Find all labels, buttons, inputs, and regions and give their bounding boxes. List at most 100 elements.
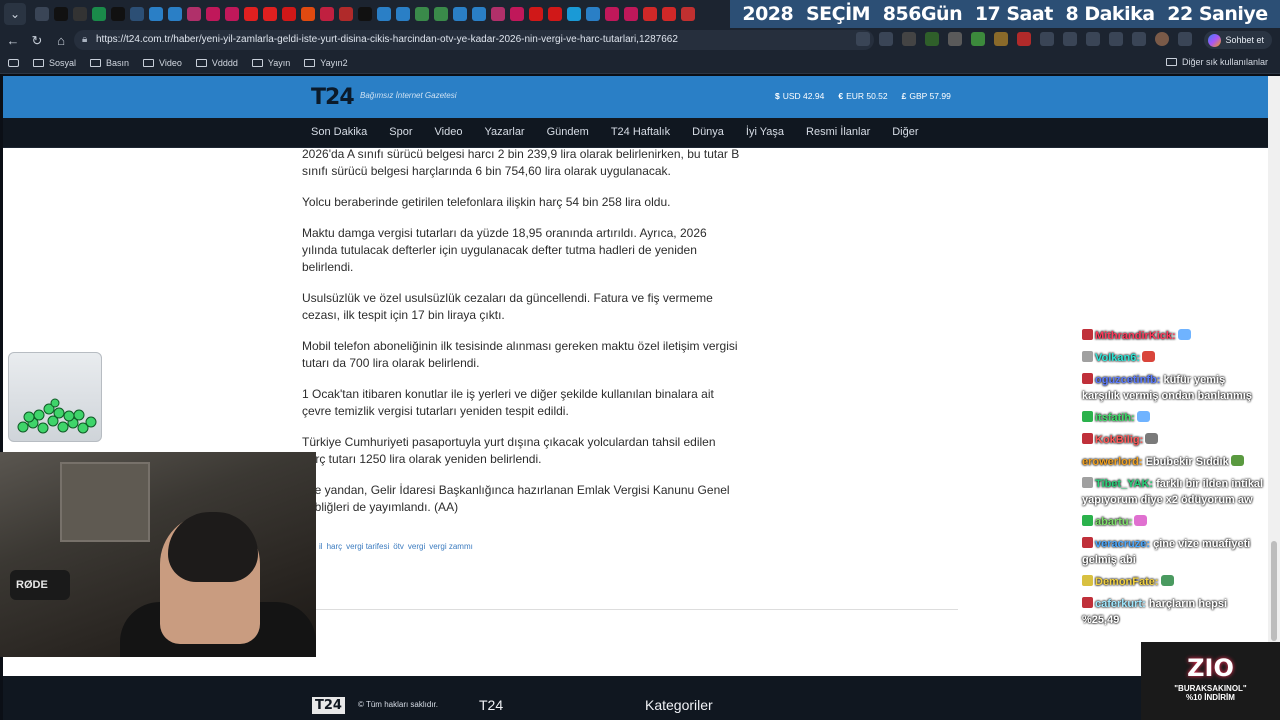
copilot-chat-button[interactable]: Sohbet et xyxy=(1204,31,1272,49)
tab-favicon-icon[interactable] xyxy=(490,7,505,21)
tab-favicon-icon[interactable] xyxy=(224,7,239,21)
chat-username[interactable]: abartu: xyxy=(1095,516,1132,528)
chat-username[interactable]: Volkan6: xyxy=(1095,352,1140,364)
tab-favicon-icon[interactable] xyxy=(167,7,182,21)
extensions-puzzle-icon[interactable] xyxy=(1040,32,1054,46)
nav-dunya[interactable]: Dünya xyxy=(692,126,724,138)
countdown-seconds: 22 Saniye xyxy=(1167,3,1268,25)
rate-gbp: £ GBP 57.99 xyxy=(902,91,951,101)
bookmark-folder-yayin2[interactable]: Yayın2 xyxy=(304,58,348,68)
nav-son-dakika[interactable]: Son Dakika xyxy=(311,126,367,138)
tag-link[interactable]: harç xyxy=(327,542,343,551)
tab-favicon-icon[interactable] xyxy=(34,7,49,21)
tab-favicon-icon[interactable] xyxy=(452,7,467,21)
tab-favicon-icon[interactable] xyxy=(433,7,448,21)
tag-link[interactable]: vergi xyxy=(408,542,425,551)
reader-icon[interactable] xyxy=(856,32,870,46)
extension-icon[interactable] xyxy=(1017,32,1031,46)
tab-favicon-icon[interactable] xyxy=(395,7,410,21)
tab-favicon-icon[interactable] xyxy=(148,7,163,21)
tab-favicon-icon[interactable] xyxy=(129,7,144,21)
tab-favicon-icon[interactable] xyxy=(642,7,657,21)
footer-logo[interactable]: T24 xyxy=(312,697,345,714)
nav-resmi-ilanlar[interactable]: Resmi İlanlar xyxy=(806,126,870,138)
profile-avatar[interactable] xyxy=(1155,32,1169,46)
tab-favicon-icon[interactable] xyxy=(661,7,676,21)
chat-username[interactable]: caferkurt: xyxy=(1095,598,1146,610)
nav-t24-haftalik[interactable]: T24 Haftalık xyxy=(611,126,670,138)
chat-username[interactable]: itsfatih: xyxy=(1095,412,1135,424)
tab-favicon-icon[interactable] xyxy=(357,7,372,21)
tab-favicon-icon[interactable] xyxy=(53,7,68,21)
tab-favicon-icon[interactable] xyxy=(243,7,258,21)
tab-favicon-icon[interactable] xyxy=(300,7,315,21)
tag-link[interactable]: vergi zammı xyxy=(429,542,473,551)
split-screen-icon[interactable] xyxy=(1063,32,1077,46)
tab-favicon-icon[interactable] xyxy=(471,7,486,21)
nav-diger[interactable]: Diğer xyxy=(892,126,918,138)
tab-favicon-icon[interactable] xyxy=(338,7,353,21)
chat-username[interactable]: KokBilig: xyxy=(1095,434,1143,446)
nav-spor[interactable]: Spor xyxy=(389,126,412,138)
sidebar-toggle-icon[interactable] xyxy=(8,58,19,67)
site-logo[interactable]: T24 xyxy=(311,85,355,110)
tab-favicon-icon[interactable] xyxy=(566,7,581,21)
extension-icon[interactable] xyxy=(971,32,985,46)
more-options-icon[interactable] xyxy=(1178,32,1192,46)
other-favorites[interactable]: Diğer sık kullanılanlar xyxy=(1165,57,1268,67)
extension-icon[interactable] xyxy=(994,32,1008,46)
chat-username[interactable]: veracruze: xyxy=(1095,538,1150,550)
tab-favicon-icon[interactable] xyxy=(262,7,277,21)
reload-icon[interactable]: ↻ xyxy=(26,33,48,49)
tag-link[interactable]: vergi tarifesi xyxy=(346,542,389,551)
tab-favicon-icon[interactable] xyxy=(680,7,695,21)
tab-favicon-icon[interactable] xyxy=(281,7,296,21)
tab-favicon-icon[interactable] xyxy=(528,7,543,21)
extension-icon[interactable] xyxy=(948,32,962,46)
back-icon[interactable]: ← xyxy=(2,33,24,48)
tab-favicon-icon[interactable] xyxy=(186,7,201,21)
bookmark-folder-yayin[interactable]: Yayın xyxy=(251,58,290,68)
tab-favicon-icon[interactable] xyxy=(72,7,87,21)
favorites-icon[interactable] xyxy=(1086,32,1100,46)
tab-favicon-icon[interactable] xyxy=(376,7,391,21)
chat-username[interactable]: DemonFate: xyxy=(1095,576,1159,588)
bookmark-folder-vdddd[interactable]: Vdddd xyxy=(195,58,238,68)
wall-poster xyxy=(60,462,150,542)
tab-list-icon[interactable]: ⌄ xyxy=(4,3,26,25)
chat-username[interactable]: MithrandirKick: xyxy=(1095,330,1176,342)
bookmark-folder-video[interactable]: Video xyxy=(143,58,182,68)
tab-favicon-icon[interactable] xyxy=(414,7,429,21)
tab-favicon-icon[interactable] xyxy=(91,7,106,21)
chat-username[interactable]: erowerlord: xyxy=(1082,456,1143,468)
extension-icon[interactable] xyxy=(925,32,939,46)
tag-link[interactable]: ötv xyxy=(393,542,404,551)
chat-username[interactable]: Tibet_YAK: xyxy=(1095,478,1153,490)
home-icon[interactable]: ⌂ xyxy=(50,33,72,48)
tab-favicon-icon[interactable] xyxy=(319,7,334,21)
extension-icon[interactable] xyxy=(902,32,916,46)
nav-yazarlar[interactable]: Yazarlar xyxy=(484,126,524,138)
tab-favicon-icon[interactable] xyxy=(585,7,600,21)
browser-essentials-icon[interactable] xyxy=(1109,32,1123,46)
tag-link[interactable]: il xyxy=(319,542,323,551)
url-field[interactable]: 🔒︎ https://t24.com.tr/haber/yeni-yil-zam… xyxy=(74,30,874,50)
tab-favicon-icon[interactable] xyxy=(509,7,524,21)
nav-video[interactable]: Video xyxy=(435,126,463,138)
tab-favicon-icon[interactable] xyxy=(547,7,562,21)
tab-favicon-icon[interactable] xyxy=(110,7,125,21)
nav-iyi-yasa[interactable]: İyi Yaşa xyxy=(746,126,784,138)
tab-favicon-icon[interactable] xyxy=(623,7,638,21)
other-favorites-label: Diğer sık kullanılanlar xyxy=(1181,57,1268,67)
tab-favicon-icon[interactable] xyxy=(205,7,220,21)
bookmark-folder-sosyal[interactable]: Sosyal xyxy=(33,58,76,68)
scrollbar-thumb[interactable] xyxy=(1271,541,1277,641)
tab-favicon-icon[interactable] xyxy=(604,7,619,21)
bookmark-folder-basin[interactable]: Basın xyxy=(90,58,129,68)
nav-gundem[interactable]: Gündem xyxy=(547,126,589,138)
chat-username[interactable]: oguzcetinfb: xyxy=(1095,374,1160,386)
favorite-star-icon[interactable] xyxy=(879,32,893,46)
collections-icon[interactable] xyxy=(1132,32,1146,46)
promo-code: "BURAKSAKINOL" xyxy=(1174,684,1247,693)
page-scrollbar[interactable] xyxy=(1268,76,1280,720)
